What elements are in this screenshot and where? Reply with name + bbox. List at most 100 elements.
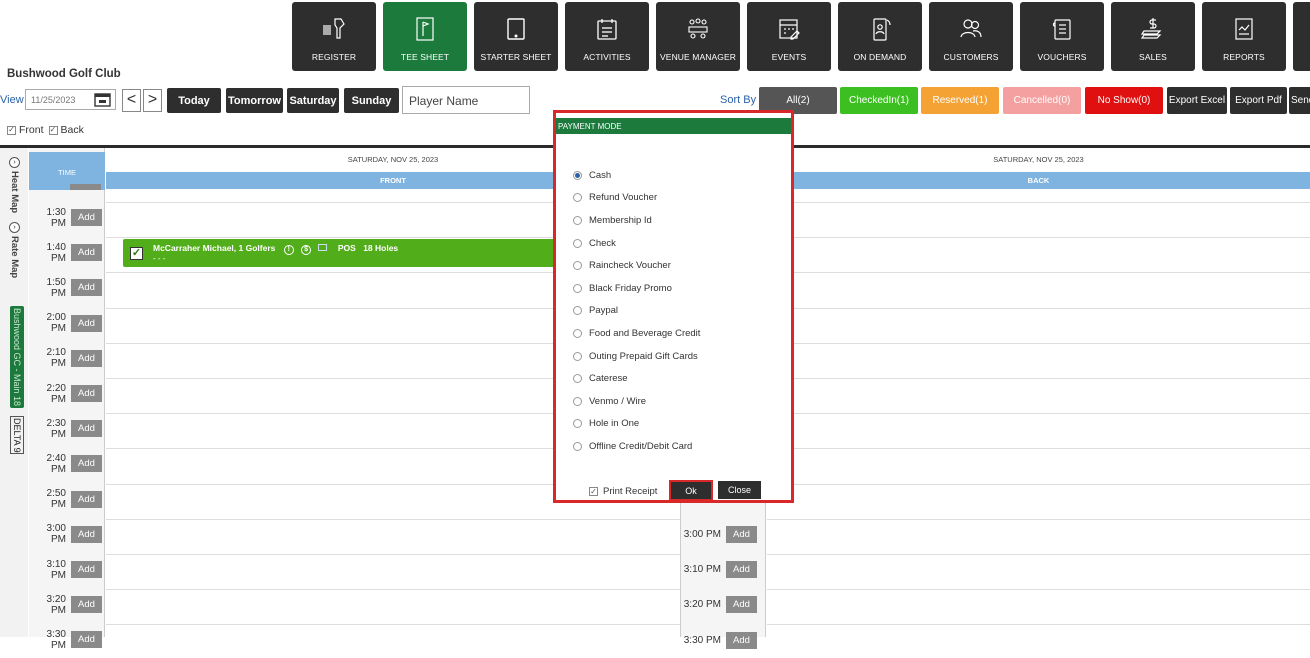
booking-holes: 18 Holes [363, 243, 399, 253]
next-day-button[interactable]: > [143, 89, 162, 112]
today-button[interactable]: Today [167, 88, 221, 113]
nav-events-button[interactable]: EVENTS [747, 2, 831, 71]
payment-option[interactable]: Check [573, 232, 700, 255]
add-button[interactable]: Add [726, 631, 757, 649]
row-divider [767, 483, 1310, 485]
export-excel-button[interactable]: Export Excel [1167, 87, 1227, 114]
calendar-icon[interactable] [91, 90, 113, 109]
add-button[interactable]: Add [71, 385, 102, 402]
course-tab-main[interactable]: Bushwood GC - Main 18 [10, 306, 24, 408]
nav-vouchers-button[interactable]: VOUCHERS [1020, 2, 1104, 71]
add-button[interactable]: Add [71, 209, 102, 226]
radio-button[interactable] [573, 283, 582, 293]
payment-option[interactable]: Refund Voucher [573, 187, 700, 210]
payment-option[interactable]: Food and Beverage Credit [573, 322, 700, 345]
back-checkbox[interactable]: ✓ [48, 125, 58, 135]
rate-map-toggle-icon[interactable]: › [9, 222, 20, 233]
nav-starter-sheet-button[interactable]: STARTER SHEET [474, 2, 558, 71]
heat-map-tab[interactable]: Heat Map [9, 171, 20, 213]
add-button[interactable]: Add [726, 526, 757, 543]
side-panel: › Heat Map › Rate Map Bushwood GC - Main… [0, 148, 28, 637]
radio-button[interactable] [573, 441, 582, 451]
add-button[interactable]: Add [726, 596, 757, 614]
radio-button[interactable] [573, 261, 582, 271]
send-button[interactable]: Send [1289, 87, 1310, 114]
heat-map-toggle-icon[interactable]: › [9, 157, 20, 168]
payment-option[interactable]: Cash [573, 164, 700, 187]
nav-reports-button[interactable]: REPORTS [1202, 2, 1286, 71]
payment-option[interactable]: Caterese [573, 367, 700, 390]
sunday-button[interactable]: Sunday [344, 88, 399, 113]
payment-option[interactable]: Paypal [573, 300, 700, 323]
tomorrow-button[interactable]: Tomorrow [226, 88, 283, 113]
radio-button[interactable] [573, 306, 582, 316]
row-divider [106, 624, 680, 626]
radio-button[interactable] [573, 193, 582, 203]
nav-register-button[interactable]: REGISTER [292, 2, 376, 71]
add-button[interactable]: Add [71, 279, 102, 297]
filter-reserved-button[interactable]: Reserved(1) [921, 87, 999, 114]
nav-tee-sheet-button[interactable]: TEE SHEET [383, 2, 467, 71]
nav-venue-manager-button[interactable]: VENUE MANAGER [656, 2, 740, 71]
payment-option[interactable]: Black Friday Promo [573, 277, 700, 300]
print-receipt-checkbox[interactable]: ✓ [589, 487, 598, 496]
add-button[interactable]: Add [71, 314, 102, 332]
payment-option-label: Raincheck Voucher [589, 260, 671, 272]
time-slot: 3:00 PM Add [681, 517, 757, 552]
radio-button[interactable] [573, 328, 582, 338]
radio-button[interactable] [573, 396, 582, 406]
close-button[interactable]: Close [718, 481, 761, 499]
add-button[interactable]: Add [71, 631, 102, 649]
add-button-partial[interactable] [70, 184, 101, 190]
nav-activities-button[interactable]: ACTIVITIES [565, 2, 649, 71]
payment-option[interactable]: Offline Credit/Debit Card [573, 435, 700, 458]
radio-button[interactable] [573, 215, 582, 225]
add-button[interactable]: Add [726, 561, 757, 579]
add-button[interactable]: Add [71, 561, 102, 578]
filter-noshow-button[interactable]: No Show(0) [1085, 87, 1163, 114]
nav-customers-button[interactable]: CUSTOMERS [929, 2, 1013, 71]
add-button[interactable]: Add [71, 349, 102, 367]
filter-cancelled-button[interactable]: Cancelled(0) [1003, 87, 1081, 114]
row-divider [106, 554, 680, 555]
time-slot: 3:30 PM Add [681, 623, 757, 658]
radio-button[interactable] [573, 170, 582, 180]
add-button[interactable]: Add [71, 244, 102, 262]
nav-on-demand-button[interactable]: ON DEMAND [838, 2, 922, 71]
payment-option[interactable]: Outing Prepaid Gift Cards [573, 345, 700, 368]
add-button[interactable]: Add [71, 596, 102, 614]
player-name-input[interactable]: Player Name [402, 86, 530, 114]
saturday-button[interactable]: Saturday [287, 88, 339, 113]
nav-label: STARTER SHEET [480, 52, 552, 62]
radio-button[interactable] [573, 374, 582, 384]
course-tab-delta[interactable]: DELTA 9 [10, 416, 24, 454]
payment-option[interactable]: Venmo / Wire [573, 390, 700, 413]
front-checkbox[interactable]: ✓ [7, 125, 16, 135]
row-divider [767, 202, 1310, 203]
row-divider [767, 342, 1310, 344]
time-label: 2:30 PM [46, 417, 66, 440]
booking-row[interactable]: ✓ McCarraher Michael, 1 Golfers ! $ POS … [123, 239, 578, 267]
add-button[interactable]: Add [71, 455, 102, 473]
payment-option[interactable]: Hole in One [573, 413, 700, 436]
filter-checkedin-button[interactable]: CheckedIn(1) [840, 87, 918, 114]
add-button[interactable]: Add [71, 420, 102, 438]
export-pdf-button[interactable]: Export Pdf [1230, 87, 1287, 114]
ok-button[interactable]: Ok [669, 480, 713, 501]
radio-button[interactable] [573, 238, 582, 248]
add-button[interactable]: Add [71, 490, 102, 508]
nav-sales-button[interactable]: SALES [1111, 2, 1195, 71]
radio-button[interactable] [573, 419, 582, 429]
radio-button[interactable] [573, 351, 582, 361]
nav-label: SALES [1139, 52, 1167, 62]
payment-option[interactable]: Raincheck Voucher [573, 254, 700, 277]
booking-checkbox[interactable]: ✓ [130, 247, 143, 260]
rate-map-tab[interactable]: Rate Map [9, 236, 20, 278]
nav-more-button[interactable] [1293, 2, 1310, 71]
payment-option[interactable]: Membership Id [573, 209, 700, 232]
prev-day-button[interactable]: < [122, 89, 141, 112]
time-label: 1:40 PM [46, 241, 66, 264]
add-button[interactable]: Add [71, 525, 102, 543]
print-receipt-row[interactable]: ✓ Print Receipt [589, 486, 657, 497]
time-label: 1:30 PM [46, 206, 66, 229]
